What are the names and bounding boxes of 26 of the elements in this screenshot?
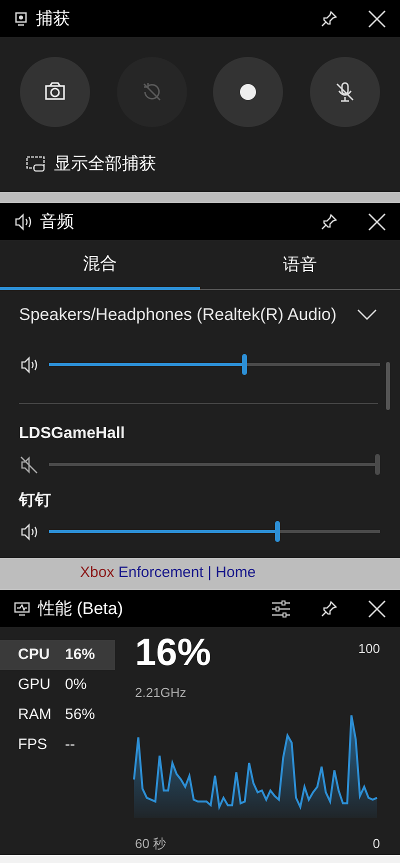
metric-item[interactable]: FPS -- bbox=[0, 730, 115, 760]
metric-label: GPU bbox=[18, 674, 52, 695]
metric-item[interactable]: CPU 16% bbox=[0, 640, 115, 670]
metric-label: CPU bbox=[18, 644, 51, 665]
metric-value: 16% bbox=[65, 644, 96, 665]
cpu-frequency: 2.21GHz bbox=[135, 684, 186, 702]
widget-title: 音频 bbox=[40, 210, 75, 233]
time-span-label: 60 秒 bbox=[135, 835, 166, 854]
cpu-percentage: 16% bbox=[135, 633, 212, 675]
widget-title: 捕获 bbox=[36, 8, 71, 30]
device-name: Speakers/Headphones (Realtek(R) Audio) bbox=[19, 304, 337, 326]
metric-label: FPS bbox=[18, 734, 48, 755]
widget-title: 性能 (Beta) bbox=[38, 598, 124, 620]
metric-value: 0% bbox=[65, 674, 87, 695]
audio-tab[interactable]: 混合 bbox=[0, 240, 200, 290]
metric-item[interactable]: GPU 0% bbox=[0, 670, 115, 700]
graph-min-label: 0 bbox=[372, 835, 380, 854]
metric-label: RAM bbox=[18, 704, 52, 725]
metric-value: 56% bbox=[65, 704, 96, 725]
show-all-captures-link[interactable]: 显示全部捕获 bbox=[26, 151, 156, 176]
app-name: LDSGameHall bbox=[18, 424, 126, 444]
graph-max-label: 100 bbox=[358, 640, 380, 658]
audio-tab[interactable]: 语音 bbox=[200, 240, 400, 290]
app-name: 钉钉 bbox=[18, 491, 52, 511]
metric-item[interactable]: RAM 56% bbox=[0, 700, 115, 730]
metric-value: -- bbox=[65, 734, 75, 755]
